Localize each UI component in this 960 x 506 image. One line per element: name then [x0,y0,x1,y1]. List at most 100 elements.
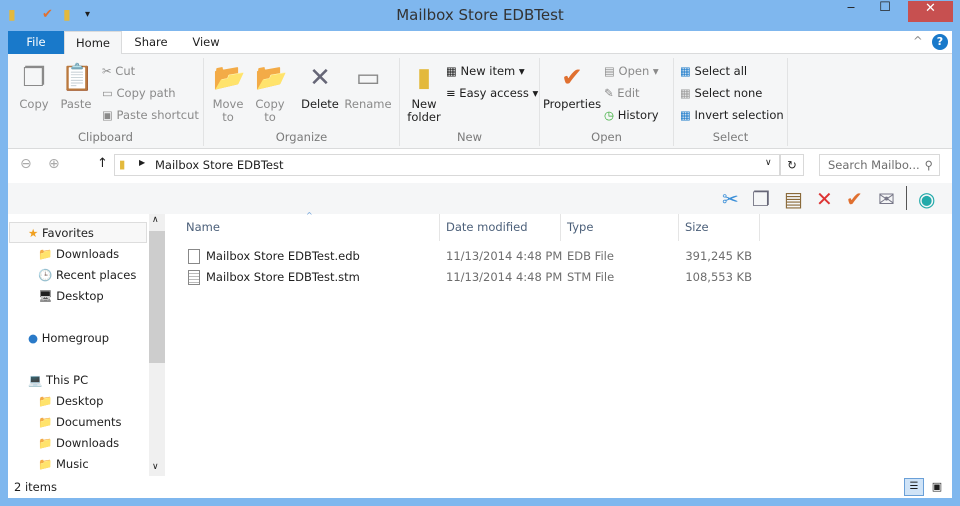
collapse-ribbon-icon[interactable]: ^ [913,34,923,48]
nav-item-favorites[interactable]: ★ Favorites [9,222,147,243]
tab-share[interactable]: Share [124,31,178,54]
column-header-date[interactable]: Date modified [440,214,561,241]
back-button[interactable]: ⊖ [20,156,32,172]
forward-button[interactable]: ⊕ [48,156,60,172]
divider [906,186,907,210]
nav-item-music[interactable]: 📁 Music [38,454,89,475]
copy-button[interactable]: ❐ Copy [14,62,54,111]
file-size: 391,245 KB [685,249,752,263]
scrollbar-thumb[interactable] [149,231,165,363]
history-button[interactable]: ◷ History [604,105,659,125]
desktop-folder-icon: 📁 [38,394,53,408]
search-input[interactable]: Search Mailbo... ⚲ [819,154,940,176]
window-title: Mailbox Store EDBTest [396,6,564,24]
copy-icon[interactable]: ❐ [752,187,770,211]
nav-item-desktop[interactable]: 🖥 Desktop [38,286,104,307]
properties-icon: ✔ [561,63,583,93]
chevron-down-icon[interactable]: ∨ [765,158,772,168]
rename-button[interactable]: ▭ Rename [344,62,392,111]
checkmark-icon[interactable]: ✔ [846,187,863,211]
copy-to-icon: 📂 [255,63,288,93]
nav-label: Documents [55,415,122,429]
close-button[interactable]: ✕ [908,1,953,22]
details-view-button[interactable]: ☰ [904,478,924,496]
title-bar: ▮ ✔ ▮ ▾ Mailbox Store EDBTest ‒ ☐ ✕ [0,0,960,31]
column-header-type[interactable]: Type [561,214,679,241]
downloads-folder-icon: 📁 [38,436,53,450]
paste-shortcut-button[interactable]: ▣ Paste shortcut [102,105,199,125]
address-bar[interactable]: ▮ ▶ Mailbox Store EDBTest ∨ [114,154,780,176]
easy-access-icon: ≡ [446,86,460,100]
file-type: STM File [567,270,615,284]
minimize-button[interactable]: ‒ [836,0,866,21]
help-icon[interactable]: ? [932,34,948,50]
file-date: 11/13/2014 4:48 PM [446,270,563,284]
scroll-up-icon[interactable]: ∧ [152,215,159,225]
delete-icon[interactable]: ✕ [816,187,833,211]
properties-button[interactable]: ✔ Properties [542,62,602,111]
recent-places-icon: 🕒 [38,268,53,282]
computer-icon: 💻 [28,373,43,387]
nav-item-downloads[interactable]: 📁 Downloads [38,244,119,265]
nav-label: This PC [45,373,89,387]
group-label: Select [712,130,749,144]
file-name: Mailbox Store EDBTest.stm [206,270,360,284]
cut-button[interactable]: ✂ Cut [102,61,135,81]
rename-icon: ▭ [355,63,381,93]
large-icons-view-button[interactable]: ▣ [928,478,946,496]
select-none-button[interactable]: ▦ Select none [680,83,762,103]
nav-item-this-pc[interactable]: 💻 This PC [28,370,88,391]
group-organize: 📂 Move to 📂 Copy to ✕ Delete ▭ Rename Organi… [204,58,400,146]
scissors-icon[interactable]: ✂ [722,187,739,211]
group-open: ✔ Properties ▤ Open ▾ ✎ Edit ◷ History Op… [540,58,674,146]
desktop-icon: 🖥 [38,289,53,303]
paste-icon[interactable]: ▤ [784,187,803,211]
delete-icon: ✕ [309,63,331,93]
up-button[interactable]: ↑ [97,156,108,171]
nav-item-recent-places[interactable]: 🕒 Recent places [38,265,136,286]
text-file-icon [188,270,200,285]
nav-label: Recent places [55,268,137,282]
nav-item-desktop-pc[interactable]: 📁 Desktop [38,391,103,412]
edit-button[interactable]: ✎ Edit [604,83,640,103]
nav-item-homegroup[interactable]: ● Homegroup [28,328,109,349]
file-row[interactable]: Mailbox Store EDBTest.stm 11/13/2014 4:4… [166,267,952,288]
copy-path-button[interactable]: ▭ Copy path [102,83,176,103]
nav-item-documents[interactable]: 📁 Documents [38,412,122,433]
maximize-button[interactable]: ☐ [870,0,900,21]
new-folder-button[interactable]: ▮ New folder [404,62,444,124]
scissors-icon: ✂ [102,64,116,78]
envelope-icon[interactable]: ✉ [878,187,895,211]
file-row[interactable]: Mailbox Store EDBTest.edb 11/13/2014 4:4… [166,246,952,267]
column-header-size[interactable]: Size [679,214,760,241]
tab-home[interactable]: Home [64,31,122,55]
delete-button[interactable]: ✕ Delete [298,62,342,111]
file-date: 11/13/2014 4:48 PM [446,249,563,263]
invert-selection-button[interactable]: ▦ Invert selection [680,105,784,125]
nav-label: Desktop [56,289,104,303]
nav-label: Desktop [55,394,104,408]
homegroup-icon: ● [28,331,39,345]
paste-button[interactable]: 📋 Paste [56,62,96,111]
history-icon: ◷ [604,108,618,122]
tab-file[interactable]: File [8,31,64,54]
file-name: Mailbox Store EDBTest.edb [206,249,360,263]
chevron-right-icon[interactable]: ▶ [139,158,145,167]
new-item-button[interactable]: ▦ New item ▾ [446,61,525,81]
easy-access-button[interactable]: ≡ Easy access ▾ [446,83,538,103]
nav-item-downloads-pc[interactable]: 📁 Downloads [38,433,119,454]
refresh-button[interactable]: ↻ [780,154,804,176]
tab-view[interactable]: View [180,31,232,54]
copy-to-button[interactable]: 📂 Copy to [250,62,290,124]
new-folder-icon: ▮ [416,63,432,93]
select-all-button[interactable]: ▦ Select all [680,61,747,81]
scroll-down-icon[interactable]: ∨ [152,462,159,472]
move-to-button[interactable]: 📂 Move to [208,62,248,124]
nav-label: Favorites [41,226,94,240]
folder-icon: ▮ [119,157,126,171]
downloads-folder-icon: 📁 [38,247,53,261]
star-icon: ★ [28,226,39,240]
search-placeholder: Search Mailbo... [828,158,920,172]
open-button[interactable]: ▤ Open ▾ [604,61,659,81]
shell-icon[interactable]: ◉ [918,187,935,211]
